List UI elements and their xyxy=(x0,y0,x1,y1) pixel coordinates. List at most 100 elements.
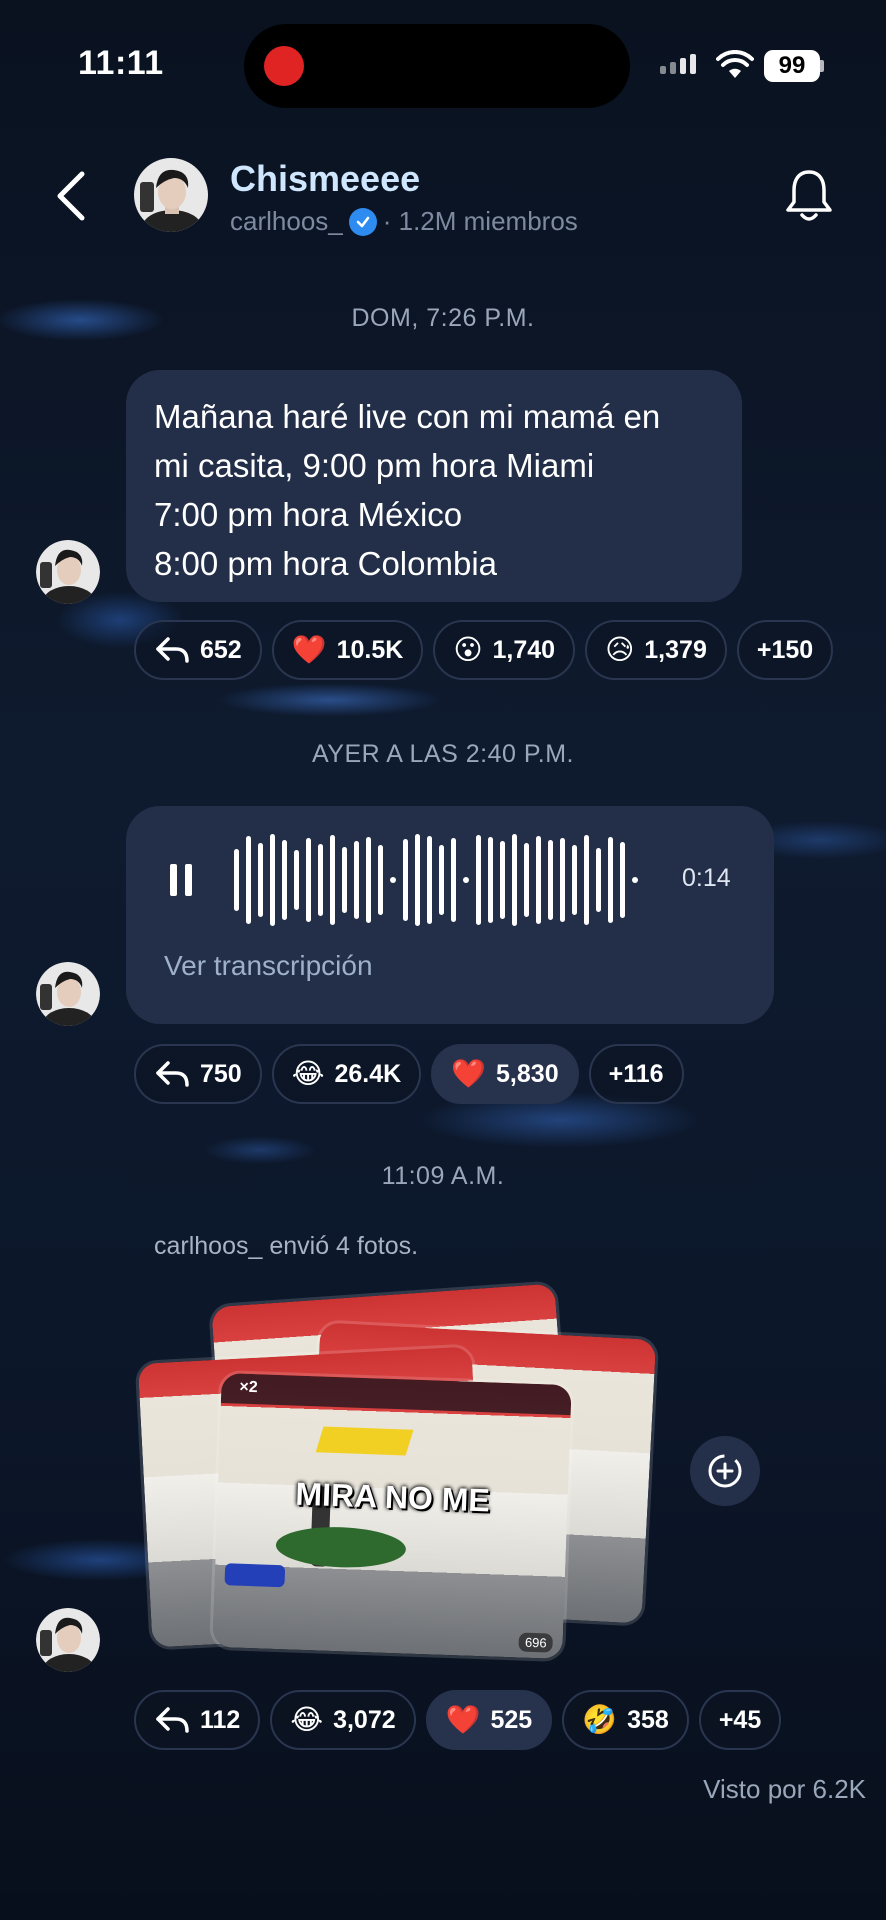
reaction-chip-rofl[interactable]: 🤣 358 xyxy=(562,1690,689,1750)
surprised-emoji-icon: 😮 xyxy=(453,633,483,666)
reaction-count: 5,830 xyxy=(496,1059,559,1088)
reaction-chip-sad[interactable]: 😥 1,379 xyxy=(585,620,727,680)
waveform-bar xyxy=(524,843,529,917)
more-reactions-count: +45 xyxy=(718,1705,762,1734)
sender-avatar[interactable] xyxy=(36,962,100,1026)
audio-waveform[interactable] xyxy=(234,834,638,926)
heart-emoji-icon: ❤️ xyxy=(451,1057,487,1090)
waveform-bar xyxy=(354,841,359,919)
waveform-bar xyxy=(572,845,577,915)
more-reactions-chip[interactable]: +150 xyxy=(736,620,834,680)
reaction-chip-laughing[interactable]: 😂 26.4K xyxy=(271,1044,422,1104)
reaction-chip-surprised[interactable]: 😮 1,740 xyxy=(433,620,576,680)
status-time: 11:11 xyxy=(78,44,164,82)
reply-count: 750 xyxy=(200,1059,242,1088)
sender-avatar[interactable] xyxy=(36,1608,100,1672)
back-icon[interactable] xyxy=(52,170,92,222)
reaction-count: 525 xyxy=(490,1705,533,1734)
waveform-bar xyxy=(536,836,541,924)
reply-count: 652 xyxy=(200,635,242,664)
waveform-bar xyxy=(439,845,444,915)
rofl-emoji-icon: 🤣 xyxy=(582,1703,618,1736)
audio-duration: 0:14 xyxy=(682,864,731,892)
photo-card-front[interactable]: ×2 MIRA NO ME 696 xyxy=(209,1369,575,1663)
message-timestamp: DOM, 7:26 P.M. xyxy=(351,304,535,332)
waveform-bar xyxy=(390,877,396,883)
more-reactions-count: +150 xyxy=(756,635,814,664)
message-line: mi casita, 9:00 pm hora Miami xyxy=(154,447,595,484)
reaction-chip-heart[interactable]: ❤️ 5,830 xyxy=(431,1044,579,1104)
waveform-bar xyxy=(548,840,553,920)
more-reactions-chip[interactable]: +116 xyxy=(588,1044,684,1104)
waveform-bar xyxy=(246,836,251,924)
voice-message-bubble[interactable]: 0:14 Ver transcripción xyxy=(126,806,774,1024)
reaction-count: 1,379 xyxy=(644,635,707,664)
message-line: 7:00 pm hora México xyxy=(154,496,463,533)
sender-avatar[interactable] xyxy=(36,540,100,604)
waveform-bar xyxy=(258,843,263,917)
waveform-bar xyxy=(608,837,613,923)
waveform-bar xyxy=(512,834,517,926)
channel-owner-username[interactable]: carlhoos_ xyxy=(230,206,343,237)
waveform-bar xyxy=(476,835,481,925)
decor-yellow-stripe xyxy=(315,1426,414,1456)
reaction-bar: 750 😂 26.4K ❤️ 5,830 +116 xyxy=(134,1044,684,1104)
blue-object xyxy=(224,1563,286,1588)
cellular-signal-icon xyxy=(660,54,696,74)
notification-bell-icon[interactable] xyxy=(784,168,834,224)
waveform-bar xyxy=(463,877,469,883)
waveform-bar xyxy=(500,841,505,919)
reaction-count: 10.5K xyxy=(336,635,404,664)
waveform-bar xyxy=(596,848,601,912)
reply-icon xyxy=(156,1061,189,1087)
plant-decoration xyxy=(275,1524,407,1570)
waveform-bar xyxy=(427,836,432,924)
more-reactions-count: +116 xyxy=(608,1059,664,1088)
waveform-bar xyxy=(234,849,239,911)
members-count: · 1.2M miembros xyxy=(382,206,578,236)
message-line: 8:00 pm hora Colombia xyxy=(154,545,498,582)
photos-sent-note: carlhoos_ envió 4 fotos. xyxy=(154,1232,419,1260)
reply-button[interactable]: 652 xyxy=(134,620,262,680)
waveform-bar xyxy=(403,839,408,921)
reply-button[interactable]: 112 xyxy=(134,1690,261,1750)
laughing-emoji-icon: 😂 xyxy=(290,1703,324,1736)
channel-subtitle: carlhoos_ · 1.2M miembros xyxy=(230,206,578,237)
reply-button[interactable]: 750 xyxy=(134,1044,262,1104)
channel-title[interactable]: Chismeeee xyxy=(230,158,420,200)
reply-count: 112 xyxy=(200,1705,241,1734)
reaction-count: 358 xyxy=(627,1705,669,1734)
expand-gallery-button[interactable] xyxy=(690,1436,760,1506)
waveform-bar xyxy=(366,837,371,923)
reaction-chip-heart[interactable]: ❤️ 525 xyxy=(425,1690,553,1750)
heart-emoji-icon: ❤️ xyxy=(445,1703,481,1736)
waveform-bar xyxy=(342,847,347,913)
waveform-bar xyxy=(632,877,638,883)
photo-stack[interactable]: ×2 MIRA NO ME 696 xyxy=(134,1280,660,1666)
waveform-bar xyxy=(330,835,335,925)
waveform-bar xyxy=(415,834,420,926)
verified-badge-icon xyxy=(348,207,377,236)
waveform-bar xyxy=(560,838,565,922)
sad-emoji-icon: 😥 xyxy=(605,633,635,666)
channel-avatar[interactable] xyxy=(134,158,208,232)
reply-icon xyxy=(156,637,189,663)
waveform-bar xyxy=(318,844,323,916)
multiplier-badge: ×2 xyxy=(239,1378,258,1397)
pause-icon[interactable] xyxy=(168,862,194,898)
reply-icon xyxy=(156,1707,189,1733)
waveform-bar xyxy=(378,845,383,915)
reaction-chip-heart[interactable]: ❤️ 10.5K xyxy=(271,620,424,680)
view-transcript-link[interactable]: Ver transcripción xyxy=(164,950,373,982)
waveform-bar xyxy=(294,850,299,910)
reaction-bar: 112 😂 3,072 ❤️ 525 🤣 358 +45 xyxy=(134,1690,782,1750)
laughing-emoji-icon: 😂 xyxy=(291,1057,325,1090)
text-message-bubble[interactable]: Mañana haré live con mi mamá en mi casit… xyxy=(126,370,742,602)
more-reactions-chip[interactable]: +45 xyxy=(698,1690,782,1750)
waveform-bar xyxy=(584,835,589,925)
reaction-chip-laughing[interactable]: 😂 3,072 xyxy=(270,1690,416,1750)
reaction-bar: 652 ❤️ 10.5K 😮 1,740 😥 1,379 +150 xyxy=(134,620,834,680)
waveform-bar xyxy=(451,838,456,922)
seen-by-count[interactable]: Visto por 6.2K xyxy=(703,1774,866,1805)
photo-caption: MIRA NO ME xyxy=(294,1475,491,1519)
